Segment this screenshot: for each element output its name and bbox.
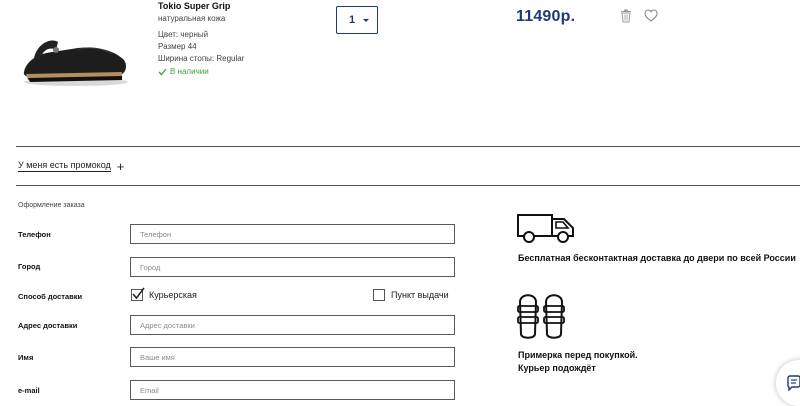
quantity-select[interactable]: 1 xyxy=(336,6,378,34)
email-label: e-mail xyxy=(18,386,40,395)
city-label: Город xyxy=(18,262,41,271)
fitting-text: Примерка перед покупкой. Курьер подождёт xyxy=(518,349,638,375)
courier-option-label: Курьерская xyxy=(149,290,197,300)
promo-code-toggle[interactable]: У меня есть промокод + xyxy=(18,158,125,174)
promo-code-label: У меня есть промокод xyxy=(18,160,111,172)
courier-checkbox[interactable] xyxy=(131,287,145,301)
quantity-value: 1 xyxy=(349,14,356,26)
divider xyxy=(16,185,800,186)
pickup-delivery-option[interactable]: Пункт выдачи xyxy=(373,289,449,301)
pickup-checkbox[interactable] xyxy=(373,289,385,301)
email-input[interactable] xyxy=(130,380,455,400)
product-width: Ширина стопы: Regular xyxy=(158,54,245,63)
phone-label: Телефон xyxy=(18,230,51,239)
product-name[interactable]: Tokio Super Grip xyxy=(158,1,230,11)
city-input[interactable] xyxy=(130,257,455,277)
sandals-icon xyxy=(517,294,565,339)
delivery-method-label: Способ доставки xyxy=(18,292,83,301)
free-delivery-text: Бесплатная бесконтактная доставка до две… xyxy=(518,253,796,263)
trash-icon[interactable] xyxy=(620,9,632,23)
phone-input[interactable] xyxy=(130,224,455,244)
order-section-title: Оформление заказа xyxy=(18,202,85,209)
pickup-option-label: Пункт выдачи xyxy=(391,290,449,300)
fitting-text-line1: Примерка перед покупкой. xyxy=(518,350,638,360)
address-label: Адрес доставки xyxy=(18,321,78,330)
product-size: Размер 44 xyxy=(158,42,197,51)
checkmark-icon xyxy=(158,68,167,75)
product-material: натуральная кожа xyxy=(158,14,226,23)
address-input[interactable] xyxy=(130,315,455,335)
van-icon xyxy=(517,214,574,243)
chat-icon xyxy=(787,375,800,391)
product-color: Цвет: черный xyxy=(158,30,209,39)
fitting-text-line2: Курьер подождёт xyxy=(518,363,596,373)
name-label: Имя xyxy=(18,353,34,362)
name-input[interactable] xyxy=(130,347,455,367)
stock-label: В наличии xyxy=(170,67,209,76)
heart-icon[interactable] xyxy=(644,9,658,22)
product-image[interactable] xyxy=(18,28,130,90)
stock-status: В наличии xyxy=(158,67,209,76)
divider xyxy=(16,146,800,147)
checkmark-icon xyxy=(132,287,145,300)
chat-button[interactable] xyxy=(776,360,800,406)
item-price: 11490р. xyxy=(516,8,576,25)
chevron-down-icon xyxy=(363,18,369,22)
plus-icon: + xyxy=(116,158,125,174)
courier-delivery-option[interactable]: Курьерская xyxy=(131,287,197,301)
